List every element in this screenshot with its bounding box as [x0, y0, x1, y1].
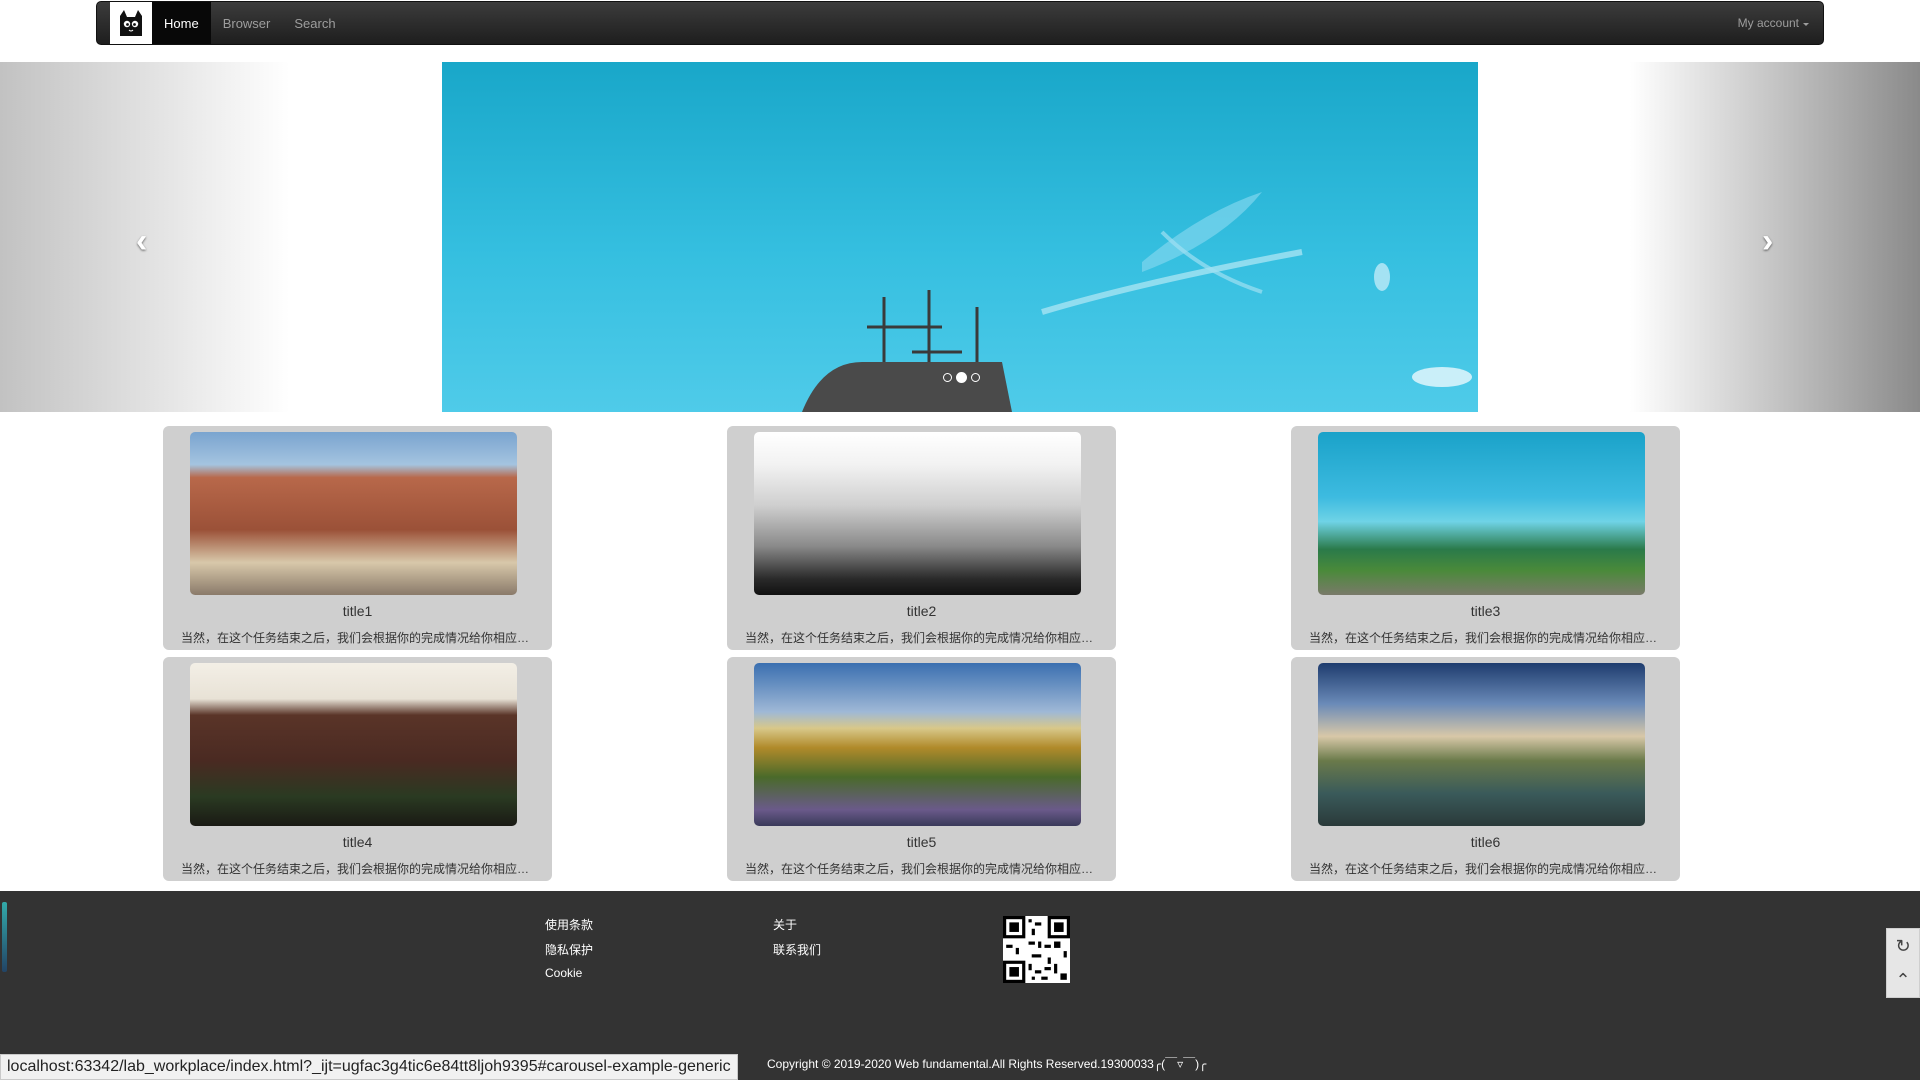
chevron-left-icon[interactable]: ‹	[136, 222, 147, 261]
cat-logo[interactable]	[110, 2, 152, 44]
nav-browser[interactable]: Browser	[211, 2, 283, 44]
footer-link-terms[interactable]: 使用条款	[545, 916, 593, 933]
footer-link-privacy[interactable]: 隐私保护	[545, 941, 593, 958]
card-description: 当然，在这个任务结束之后，我们会根据你的完成情况给你相应的...	[745, 862, 1101, 876]
carousel: ‹ ›	[0, 62, 1920, 412]
card-title: title5	[906, 834, 937, 850]
nav-search[interactable]: Search	[282, 2, 347, 44]
card-description: 当然，在这个任务结束之后，我们会根据你的完成情况给你相应的...	[1309, 862, 1665, 876]
caret-down-icon	[1803, 22, 1809, 26]
chevron-right-icon[interactable]: ›	[1762, 222, 1773, 261]
site-footer: 使用条款 隐私保护 Cookie 关于 联系我们 Copyright © 201…	[0, 891, 1920, 1080]
card-4-image	[190, 663, 517, 826]
refresh-icon[interactable]: ↻	[1887, 929, 1919, 963]
top-navbar: Home Browser Search My account	[96, 1, 1824, 45]
carousel-slide-image	[442, 62, 1478, 412]
card-6-image	[1318, 663, 1645, 826]
card-1-image	[190, 432, 517, 595]
carousel-indicators	[943, 372, 980, 383]
card-description: 当然，在这个任务结束之后，我们会根据你的完成情况给你相应的...	[181, 631, 537, 645]
card-2-image	[754, 432, 1081, 595]
footer-link-cookie[interactable]: Cookie	[545, 966, 582, 980]
side-toolbar: ↻ ⌃	[1886, 928, 1920, 998]
footer-link-contact[interactable]: 联系我们	[773, 941, 821, 958]
card-title: title6	[1470, 834, 1501, 850]
card-6[interactable]: title6 当然，在这个任务结束之后，我们会根据你的完成情况给你相应的...	[1291, 657, 1680, 881]
nav-home[interactable]: Home	[152, 2, 211, 44]
carousel-indicator-1[interactable]	[943, 373, 952, 382]
footer-link-about[interactable]: 关于	[773, 916, 797, 933]
card-title: title2	[906, 603, 937, 619]
card-3[interactable]: title3 当然，在这个任务结束之后，我们会根据你的完成情况给你相应的...	[1291, 426, 1680, 650]
carousel-indicator-2[interactable]	[956, 372, 967, 383]
qr-code-icon	[1003, 916, 1070, 983]
card-3-image	[1318, 432, 1645, 595]
side-drag-handle[interactable]	[2, 902, 7, 972]
status-bar-url: localhost:63342/lab_workplace/index.html…	[0, 1054, 738, 1080]
back-to-top-icon[interactable]: ⌃	[1887, 963, 1919, 997]
card-description: 当然，在这个任务结束之后，我们会根据你的完成情况给你相应的...	[1309, 631, 1665, 645]
card-description: 当然，在这个任务结束之后，我们会根据你的完成情况给你相应的...	[745, 631, 1101, 645]
card-5-image	[754, 663, 1081, 826]
card-2[interactable]: title2 当然，在这个任务结束之后，我们会根据你的完成情况给你相应的...	[727, 426, 1116, 650]
card-description: 当然，在这个任务结束之后，我们会根据你的完成情况给你相应的...	[181, 862, 537, 876]
card-1[interactable]: title1 当然，在这个任务结束之后，我们会根据你的完成情况给你相应的...	[163, 426, 552, 650]
card-title: title1	[342, 603, 373, 619]
my-account-label: My account	[1737, 16, 1799, 30]
card-5[interactable]: title5 当然，在这个任务结束之后，我们会根据你的完成情况给你相应的...	[727, 657, 1116, 881]
copyright-text: Copyright © 2019-2020 Web fundamental.Al…	[767, 1057, 1207, 1071]
card-title: title3	[1470, 603, 1501, 619]
my-account-dropdown[interactable]: My account	[1738, 16, 1809, 30]
carousel-next-control[interactable]	[1630, 62, 1920, 412]
cat-logo-icon	[120, 10, 142, 36]
card-4[interactable]: title4 当然，在这个任务结束之后，我们会根据你的完成情况给你相应的...	[163, 657, 552, 881]
card-title: title4	[342, 834, 373, 850]
carousel-indicator-3[interactable]	[971, 373, 980, 382]
